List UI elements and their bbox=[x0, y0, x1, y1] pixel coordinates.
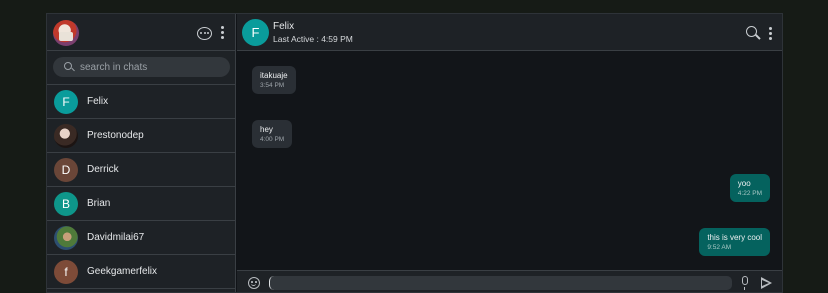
contact-item[interactable]: f Geekgamerfelix bbox=[47, 255, 235, 289]
search-input[interactable] bbox=[80, 59, 220, 75]
message-bubble: itakuaje 3:54 PM bbox=[252, 66, 296, 94]
contact-name: Derrick bbox=[87, 164, 119, 175]
message-time: 4:22 PM bbox=[737, 190, 762, 197]
message-time: 4:00 PM bbox=[260, 136, 285, 143]
message-input[interactable] bbox=[269, 276, 732, 290]
avatar bbox=[54, 226, 78, 250]
contact-item[interactable]: F Felix bbox=[47, 85, 235, 119]
message-text: hey bbox=[260, 125, 273, 134]
message-bubble: this is very cool 9:52 AM bbox=[699, 228, 770, 256]
avatar: F bbox=[54, 90, 78, 114]
contact-item[interactable]: B Brian bbox=[47, 187, 235, 221]
message-bubble: hey 4:00 PM bbox=[252, 120, 293, 148]
microphone-icon[interactable] bbox=[742, 276, 748, 290]
search-box bbox=[53, 57, 230, 77]
avatar: f bbox=[54, 260, 78, 284]
contact-name: Davidmilai67 bbox=[87, 232, 145, 243]
contact-name: Brian bbox=[87, 198, 111, 209]
sidebar: F Felix Prestonodep D Derrick B Brian Da… bbox=[47, 14, 236, 292]
search-bar bbox=[47, 51, 235, 85]
contact-name: Geekgamerfelix bbox=[87, 266, 158, 277]
app-window: F Felix Prestonodep D Derrick B Brian Da… bbox=[46, 13, 783, 293]
contact-item[interactable]: Prestonodep bbox=[47, 119, 235, 153]
my-avatar[interactable] bbox=[53, 20, 79, 46]
message-time: 9:52 AM bbox=[707, 244, 732, 251]
contact-name: Prestonodep bbox=[87, 130, 144, 141]
last-active-status: Last Active : 4:59 PM bbox=[273, 34, 353, 44]
avatar bbox=[54, 124, 78, 148]
chat-bubble-icon[interactable] bbox=[197, 27, 212, 40]
message-time: 3:54 PM bbox=[260, 82, 285, 89]
emoji-icon[interactable] bbox=[248, 277, 260, 289]
avatar: B bbox=[54, 192, 78, 216]
contact-item[interactable]: Davidmilai67 bbox=[47, 221, 235, 255]
chat-header: F Felix Last Active : 4:59 PM bbox=[237, 14, 782, 51]
avatar: D bbox=[54, 158, 78, 182]
chat-panel: F Felix Last Active : 4:59 PM itakuaje 3… bbox=[237, 14, 782, 292]
message-composer bbox=[237, 270, 782, 292]
contact-avatar[interactable]: F bbox=[242, 19, 269, 46]
contact-name: Felix bbox=[87, 96, 109, 107]
contact-item[interactable]: D Derrick bbox=[47, 153, 235, 187]
kebab-menu-icon[interactable] bbox=[221, 26, 224, 39]
contact-name: Felix bbox=[273, 21, 295, 32]
search-icon bbox=[64, 62, 72, 70]
message-text: this is very cool bbox=[707, 233, 762, 242]
message-text: itakuaje bbox=[260, 71, 288, 80]
message-text: yoo bbox=[737, 179, 751, 188]
message-bubble: yoo 4:22 PM bbox=[729, 174, 770, 202]
kebab-menu-icon[interactable] bbox=[769, 27, 772, 40]
sidebar-header bbox=[47, 14, 235, 51]
send-icon[interactable] bbox=[761, 277, 772, 289]
search-icon[interactable] bbox=[746, 26, 757, 37]
